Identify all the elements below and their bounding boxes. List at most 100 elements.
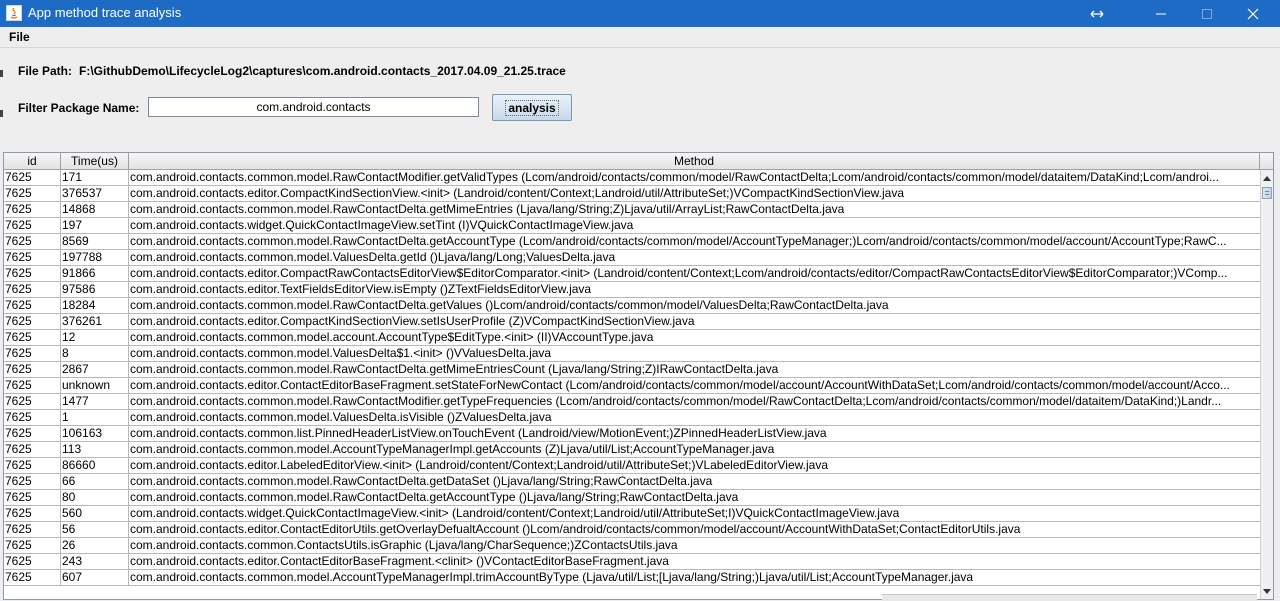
main-panel: File Path: F:\GithubDemo\LifecycleLog2\c… (0, 48, 1277, 600)
cell-time: 243 (61, 554, 129, 569)
cell-time: 80 (61, 490, 129, 505)
cell-time: 97586 (61, 282, 129, 297)
cell-id: 7625 (4, 490, 61, 505)
cell-id: 7625 (4, 266, 61, 281)
cell-method: com.android.contacts.common.model.Accoun… (130, 570, 974, 584)
cell-id: 7625 (4, 410, 61, 425)
cell-method: com.android.contacts.common.model.RawCon… (130, 490, 739, 504)
table-row[interactable]: 7625 1477 com.android.contacts.common.mode… (4, 394, 1260, 410)
cell-method: com.android.contacts.editor.ContactEdito… (130, 522, 1021, 536)
cell-id: 7625 (4, 314, 61, 329)
table-row[interactable]: 7625 1 com.android.contacts.common.model.V… (4, 410, 1260, 426)
cell-id: 7625 (4, 506, 61, 521)
table-row[interactable]: 7625 8 com.android.contacts.common.model.V… (4, 346, 1260, 362)
table-row[interactable]: 7625 106163 com.android.contacts.common.li… (4, 426, 1260, 442)
table-row[interactable]: 7625 376537 com.android.contacts.editor.Co… (4, 186, 1260, 202)
cell-method: com.android.contacts.common.model.Values… (130, 346, 552, 360)
table-row[interactable]: 7625 197788 com.android.contacts.common.mo… (4, 250, 1260, 266)
cell-time: 91866 (61, 266, 129, 281)
table-row[interactable]: 7625 2867 com.android.contacts.common.mode… (4, 362, 1260, 378)
cell-id: 7625 (4, 522, 61, 537)
scroll-down-arrow-icon[interactable] (1261, 583, 1273, 599)
cell-method: com.android.contacts.editor.CompactRawCo… (130, 266, 1228, 280)
column-header-time[interactable]: Time(us) (61, 153, 129, 169)
cell-id: 7625 (4, 570, 61, 585)
analysis-button-label: analysis (505, 99, 559, 116)
table-row[interactable]: 7625 80 com.android.contacts.common.model.… (4, 490, 1260, 506)
table-row[interactable]: 7625 243 com.android.contacts.editor.Conta… (4, 554, 1260, 570)
table-row[interactable]: 7625 607 com.android.contacts.common.model… (4, 570, 1260, 586)
resize-icon[interactable] (1074, 0, 1120, 27)
cell-time: 2867 (61, 362, 129, 377)
cell-method: com.android.contacts.common.model.RawCon… (130, 202, 845, 216)
cell-time: 86660 (61, 458, 129, 473)
cell-method: com.android.contacts.widget.QuickContact… (130, 506, 900, 520)
cell-id: 7625 (4, 202, 61, 217)
cell-method: com.android.contacts.common.ContactsUtil… (130, 538, 678, 552)
table-row[interactable]: 7625 18284 com.android.contacts.common.mod… (4, 298, 1260, 314)
cell-time: 66 (61, 474, 129, 489)
menu-file[interactable]: File (9, 30, 30, 44)
edge-artifact (0, 110, 3, 117)
cell-id: 7625 (4, 378, 61, 393)
cell-id: 7625 (4, 394, 61, 409)
table-row[interactable]: 7625 171 com.android.contacts.common.model… (4, 170, 1260, 186)
analysis-button[interactable]: analysis (492, 94, 572, 121)
table-row[interactable]: 7625 560 com.android.contacts.widget.Quick… (4, 506, 1260, 522)
edge-artifact (0, 70, 3, 77)
cell-time: 560 (61, 506, 129, 521)
cell-method: com.android.contacts.common.model.RawCon… (130, 394, 1222, 408)
cell-time: 171 (61, 170, 129, 185)
column-header-method[interactable]: Method (129, 153, 1260, 169)
cell-method: com.android.contacts.editor.CompactKindS… (130, 186, 905, 200)
cell-time: 1 (61, 410, 129, 425)
window-title-bar[interactable]: App method trace analysis (0, 0, 1280, 27)
table-row[interactable]: 7625 8569 com.android.contacts.common.mode… (4, 234, 1260, 250)
cell-time: 376261 (61, 314, 129, 329)
cell-time: 607 (61, 570, 129, 585)
cell-method: com.android.contacts.editor.ContactEdito… (130, 378, 1230, 392)
cell-method: com.android.contacts.common.model.Values… (130, 410, 552, 424)
close-icon[interactable] (1230, 0, 1276, 27)
cell-id: 7625 (4, 442, 61, 457)
cell-id: 7625 (4, 346, 61, 361)
cell-method: com.android.contacts.common.model.Accoun… (130, 442, 775, 456)
table-row[interactable]: 7625 12 com.android.contacts.common.model.… (4, 330, 1260, 346)
table-row[interactable]: 7625 26 com.android.contacts.common.Contac… (4, 538, 1260, 554)
table-row[interactable]: 7625 91866 com.android.contacts.editor.Com… (4, 266, 1260, 282)
cell-id: 7625 (4, 250, 61, 265)
scroll-up-arrow-icon[interactable] (1261, 170, 1273, 186)
column-header-id[interactable]: id (4, 153, 61, 169)
table-row[interactable]: 7625 376261 com.android.contacts.editor.Co… (4, 314, 1260, 330)
cell-method: com.android.contacts.common.model.Values… (130, 250, 616, 264)
cell-id: 7625 (4, 362, 61, 377)
cell-method: com.android.contacts.common.model.accoun… (130, 330, 654, 344)
table-row[interactable]: 7625 14868 com.android.contacts.common.mod… (4, 202, 1260, 218)
minimize-icon[interactable] (1138, 0, 1184, 27)
table-row[interactable]: 7625 unknown com.android.contacts.editor.C… (4, 378, 1260, 394)
cell-time: 8569 (61, 234, 129, 249)
cell-method: com.android.contacts.common.model.RawCon… (130, 362, 779, 376)
scrollbar-thumb[interactable] (1262, 187, 1272, 199)
cell-time: 14868 (61, 202, 129, 217)
cell-id: 7625 (4, 234, 61, 249)
trace-table[interactable]: id Time(us) Method 7625 171 com.android.co… (3, 152, 1274, 600)
cell-id: 7625 (4, 538, 61, 553)
cell-time: 113 (61, 442, 129, 457)
java-app-icon (6, 5, 22, 21)
file-path-value: F:\GithubDemo\LifecycleLog2\captures\com… (79, 64, 566, 78)
cell-time: 1477 (61, 394, 129, 409)
maximize-icon[interactable] (1184, 0, 1230, 27)
cell-time: 106163 (61, 426, 129, 441)
table-row[interactable]: 7625 56 com.android.contacts.editor.Contac… (4, 522, 1260, 538)
cell-id: 7625 (4, 458, 61, 473)
table-row[interactable]: 7625 86660 com.android.contacts.editor.Lab… (4, 458, 1260, 474)
filter-package-input[interactable]: com.android.contacts (148, 97, 479, 117)
vertical-scrollbar[interactable] (1260, 170, 1273, 599)
table-row[interactable]: 7625 97586 com.android.contacts.editor.Tex… (4, 282, 1260, 298)
table-row[interactable]: 7625 66 com.android.contacts.common.model.… (4, 474, 1260, 490)
table-corner (1260, 153, 1273, 170)
cell-id: 7625 (4, 426, 61, 441)
table-row[interactable]: 7625 197 com.android.contacts.widget.Quick… (4, 218, 1260, 234)
table-row[interactable]: 7625 113 com.android.contacts.common.model… (4, 442, 1260, 458)
